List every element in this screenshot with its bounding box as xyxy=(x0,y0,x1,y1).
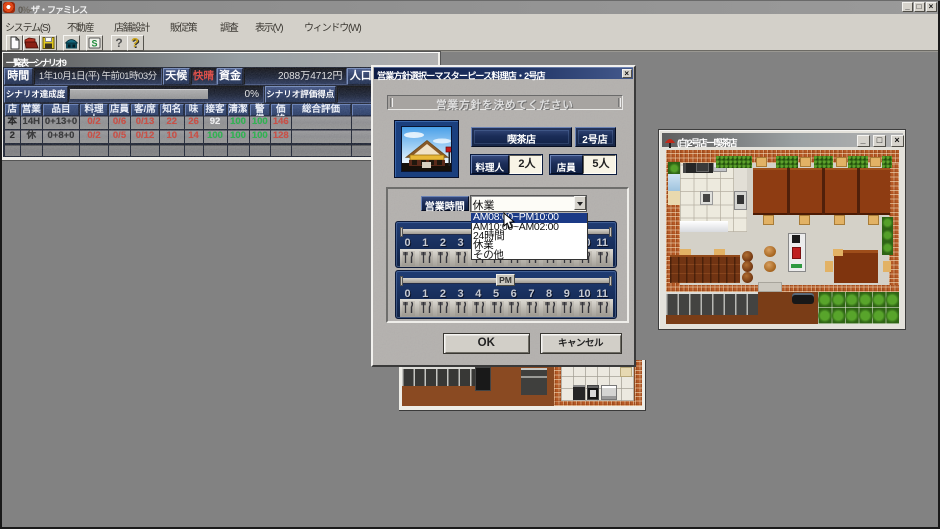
svg-text:S: S xyxy=(91,38,97,48)
